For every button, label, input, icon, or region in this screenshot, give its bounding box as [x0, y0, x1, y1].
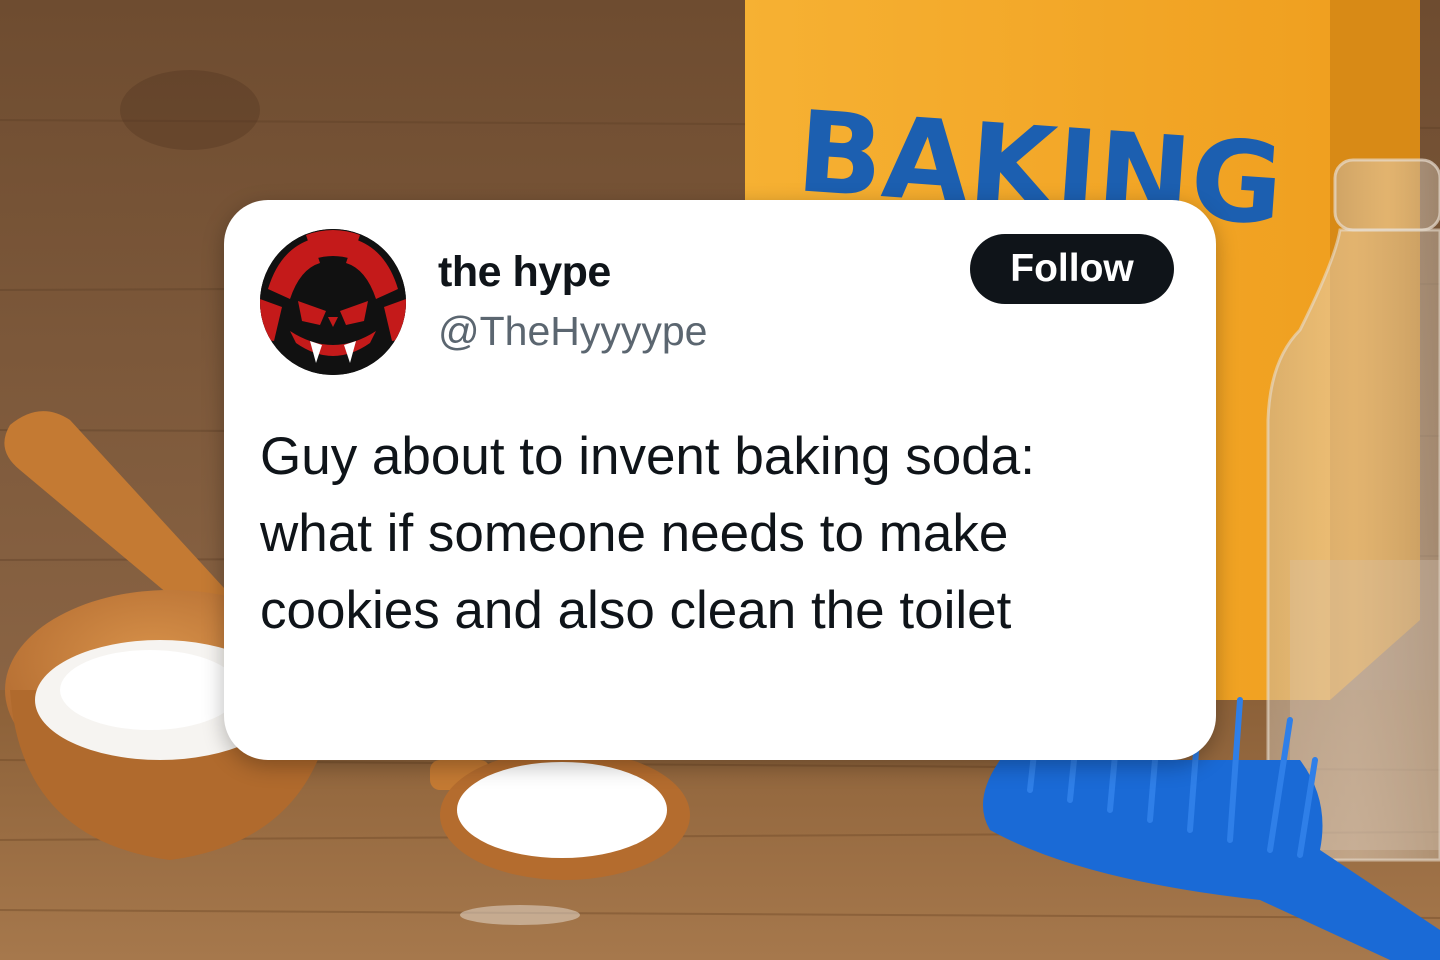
post-text: Guy about to invent baking soda: what if…	[260, 418, 1190, 649]
post-text-line: cookies and also clean the toilet	[260, 581, 1012, 640]
post-text-line: Guy about to invent baking soda:	[260, 427, 1035, 486]
follow-button[interactable]: Follow	[970, 234, 1174, 304]
post-text-line: what if someone needs to make	[260, 504, 1009, 563]
avatar[interactable]	[260, 229, 406, 375]
post-card: the hype @TheHyyyype Follow Guy about to…	[224, 200, 1216, 760]
author-handle[interactable]: @TheHyyyype	[438, 306, 707, 356]
author-name[interactable]: the hype	[438, 246, 611, 298]
devil-face-icon	[260, 229, 406, 375]
